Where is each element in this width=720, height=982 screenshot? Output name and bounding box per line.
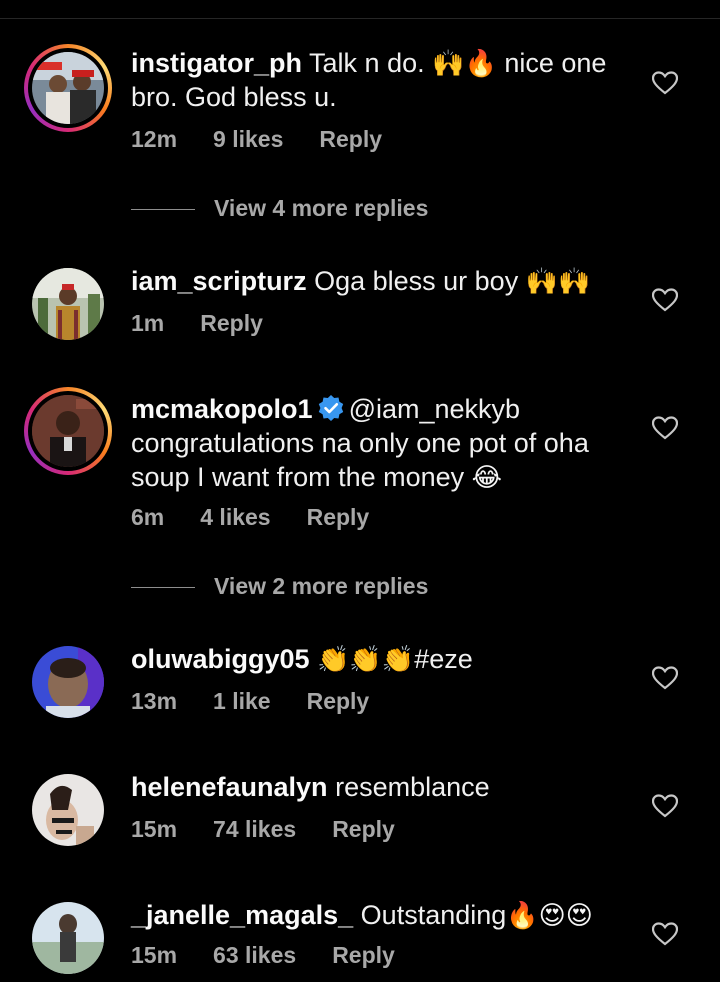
reply-button[interactable]: Reply: [307, 688, 370, 714]
comment-time: 13m: [131, 688, 178, 714]
comment-hashtag[interactable]: #eze: [414, 644, 473, 674]
tears-of-joy-emoji-icon: 😂: [471, 462, 503, 492]
comment-username[interactable]: iam_scripturz: [131, 266, 307, 296]
comment-likes[interactable]: 4 likes: [200, 504, 270, 530]
comment-username[interactable]: instigator_ph: [131, 48, 302, 78]
comment-text-line2: congratulations na only one pot of oha: [131, 428, 589, 458]
avatar-story-ring[interactable]: [24, 387, 112, 475]
reply-button[interactable]: Reply: [332, 942, 395, 968]
avatar: [32, 902, 104, 974]
comment-time: 1m: [131, 310, 165, 336]
comment-likes[interactable]: 63 likes: [213, 942, 296, 968]
comment-time: 15m: [131, 816, 178, 842]
avatar: [32, 774, 104, 846]
heart-icon[interactable]: [652, 71, 678, 95]
avatar-frame[interactable]: [24, 260, 112, 348]
comment-username[interactable]: oluwabiggy05: [131, 644, 310, 674]
heart-icon[interactable]: [652, 416, 678, 440]
comment-username[interactable]: mcmakopolo1: [131, 394, 313, 424]
avatar-frame[interactable]: [24, 766, 112, 854]
comment-text: resemblance: [335, 772, 490, 802]
comment-text-cont: nice one: [496, 48, 607, 78]
view-replies-label: View 4 more replies: [214, 195, 429, 221]
avatar: [32, 395, 104, 467]
verified-badge-icon: [318, 395, 343, 421]
comment-username[interactable]: helenefaunalyn: [131, 772, 328, 802]
comment-text: Outstanding: [360, 900, 507, 930]
reply-button[interactable]: Reply: [307, 504, 370, 530]
top-divider: [0, 18, 720, 19]
replies-divider: [131, 587, 195, 588]
comment-text-line2: bro. God bless u.: [131, 82, 337, 112]
heart-icon[interactable]: [652, 288, 678, 312]
comment-time: 15m: [131, 942, 178, 968]
reply-button[interactable]: Reply: [332, 816, 395, 842]
heart-icon[interactable]: [652, 922, 678, 946]
avatar-frame[interactable]: [24, 894, 112, 982]
comment-text: Oga bless ur boy: [314, 266, 526, 296]
avatar-frame[interactable]: [24, 638, 112, 726]
view-more-replies-button[interactable]: View 2 more replies: [131, 573, 451, 603]
comment-likes[interactable]: 1 like: [213, 688, 271, 714]
fire-heart-eyes-emoji-icon: 🔥😍😍: [506, 900, 593, 930]
replies-divider: [131, 209, 195, 210]
reply-button[interactable]: Reply: [319, 126, 382, 152]
avatar: [32, 268, 104, 340]
view-replies-label: View 2 more replies: [214, 573, 429, 599]
comment-text-line3: soup I want from the money: [131, 462, 472, 492]
comment-text: Talk n do.: [309, 48, 433, 78]
avatar: [32, 52, 104, 124]
comment-mention[interactable]: @iam_nekkyb: [349, 394, 520, 424]
heart-icon[interactable]: [652, 794, 678, 818]
raised-hands-fire-emoji-icon: 🙌🔥: [432, 48, 497, 78]
comment-time: 6m: [131, 504, 165, 530]
avatar: [32, 646, 104, 718]
comment-likes[interactable]: 9 likes: [213, 126, 283, 152]
view-more-replies-button[interactable]: View 4 more replies: [131, 195, 451, 225]
reply-button[interactable]: Reply: [200, 310, 263, 336]
comment-username[interactable]: _janelle_magals_: [131, 900, 353, 930]
clapping-hands-emoji-icon: 👏👏👏: [317, 644, 415, 674]
raised-hands-emoji-icon: 🙌🙌: [525, 266, 591, 296]
heart-icon[interactable]: [652, 666, 678, 690]
avatar-story-ring[interactable]: [24, 44, 112, 132]
comment-likes[interactable]: 74 likes: [213, 816, 296, 842]
comment-time: 12m: [131, 126, 178, 152]
